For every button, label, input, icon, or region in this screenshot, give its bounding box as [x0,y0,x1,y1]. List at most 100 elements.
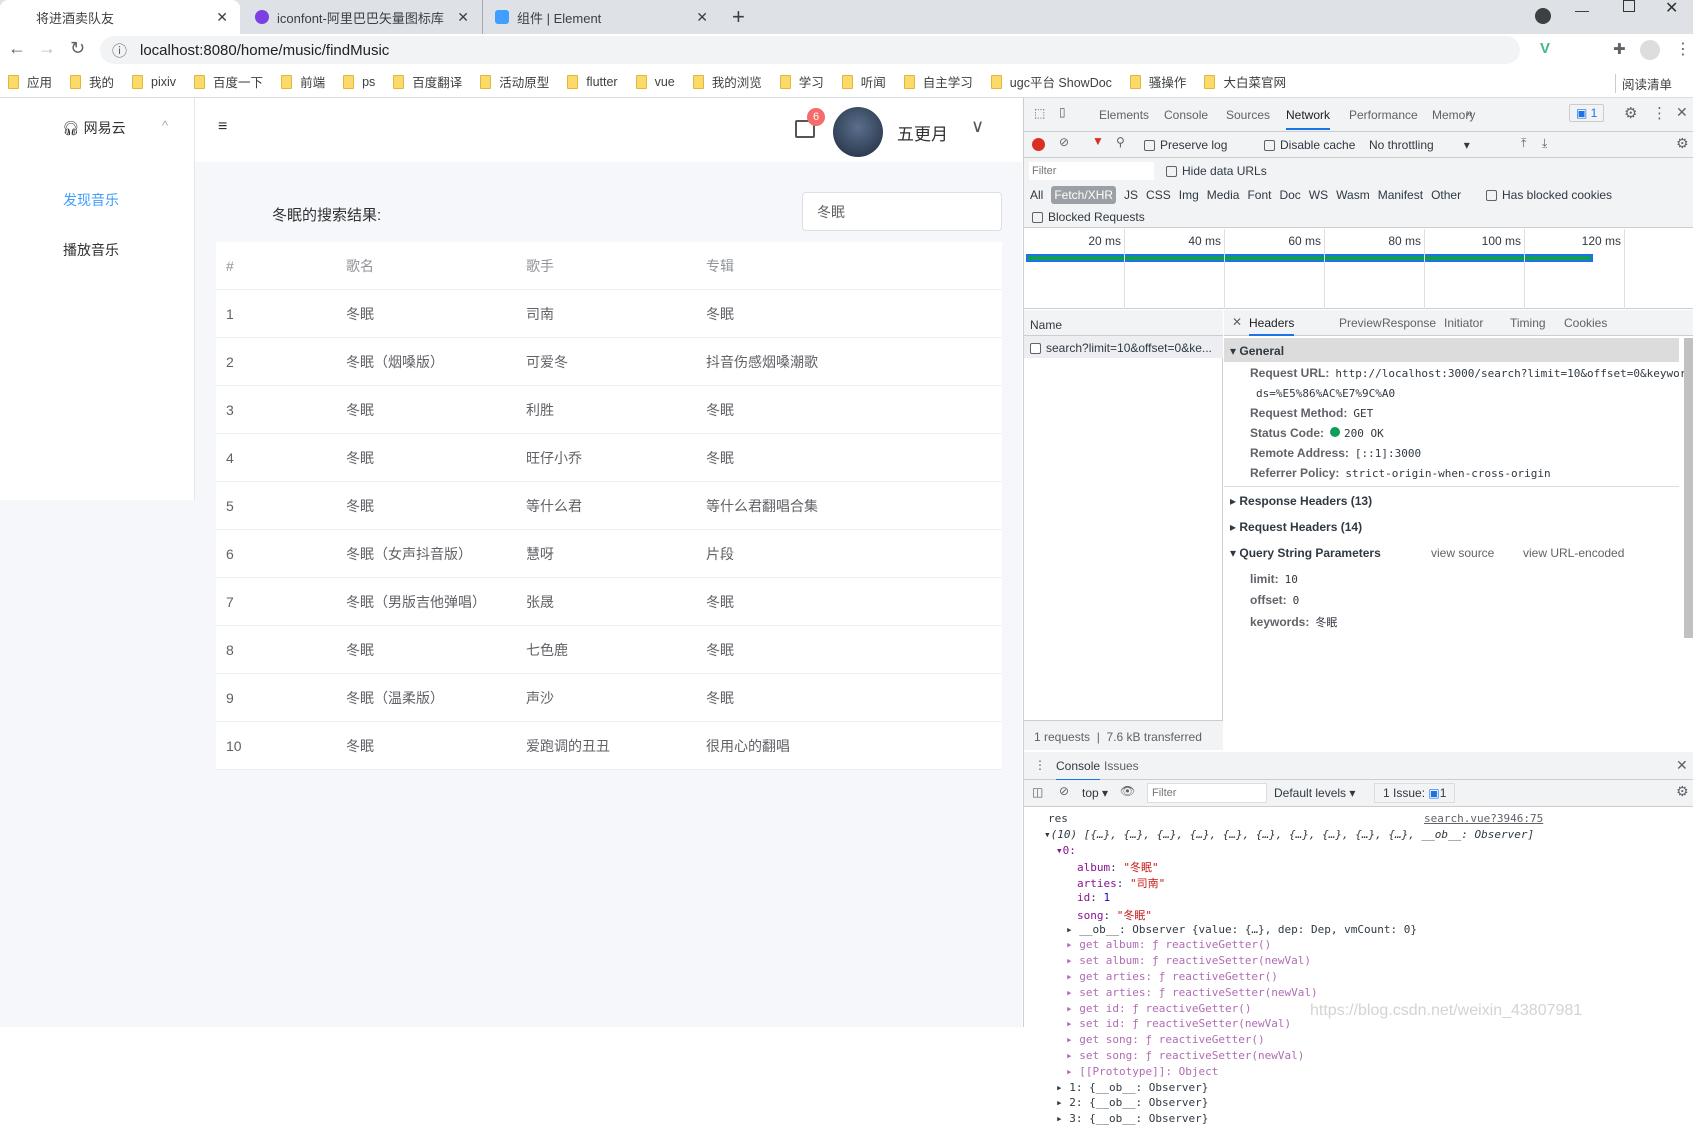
close-window-button[interactable]: ✕ [1665,0,1678,18]
sidebar-item-play[interactable]: 播放音乐 [63,240,119,260]
record-icon[interactable] [1032,138,1045,151]
console-accessor[interactable]: ▸ get song: ƒ reactiveGetter() [1066,1033,1265,1046]
devtools-tab-memory[interactable]: Memory [1432,108,1475,122]
clear-icon[interactable]: ⊘ [1059,135,1069,149]
inspect-icon[interactable]: ⬚ [1034,106,1045,120]
tab-search-icon[interactable] [1535,8,1551,24]
throttling-select[interactable]: No throttling ▾ [1369,138,1470,152]
tab[interactable]: iconfont-阿里巴巴矢量图标库 ✕ [243,0,481,34]
filter-icon[interactable]: ▼ [1092,134,1104,148]
table-row[interactable]: 6 冬眠（女声抖音版） 慧呀 片段 [216,530,1002,578]
console-item[interactable]: ▸ 1: {__ob__: Observer} [1056,1081,1208,1094]
menu-toggle-icon[interactable]: ≡ [218,118,227,136]
clear-console-icon[interactable]: ⊘ [1059,784,1069,798]
blocked-requests-checkbox[interactable]: Blocked Requests [1032,210,1145,224]
query-params-section[interactable]: ▾ Query String Parameters [1230,546,1381,560]
close-drawer-icon[interactable]: ✕ [1676,757,1688,774]
view-url-encoded-link[interactable]: view URL-encoded [1523,546,1624,560]
table-row[interactable]: 5 冬眠 等什么君 等什么君翻唱合集 [216,482,1002,530]
console-line[interactable]: ▾0: [1056,844,1076,857]
kebab-icon[interactable]: ⋮ [1652,104,1667,122]
menu-icon[interactable]: ⋮ [1675,39,1691,59]
console-accessor[interactable]: ▸ get id: ƒ reactiveGetter() [1066,1002,1251,1015]
source-link[interactable]: search.vue?3946:75 [1424,812,1543,825]
type-filter[interactable]: All [1030,188,1043,202]
detail-tab-headers[interactable]: Headers [1249,316,1295,336]
detail-tab-cookies[interactable]: Cookies [1564,316,1607,330]
general-section[interactable]: ▾ General [1224,338,1679,362]
console-line[interactable]: ▾(10) [{…}, {…}, {…}, {…}, {…}, {…}, {…}… [1044,828,1534,841]
sidebar-toggle-icon[interactable]: ◫ [1032,785,1043,799]
export-har-icon[interactable]: ⤓ [1542,136,1547,151]
search-icon[interactable]: ⚲ [1116,135,1125,149]
context-select[interactable]: top ▾ [1082,786,1108,800]
type-filter[interactable]: Wasm [1336,188,1370,202]
bookmark-item[interactable]: 学习 [779,72,824,91]
close-devtools-icon[interactable]: ✕ [1676,104,1688,121]
bookmark-item[interactable]: 我的浏览 [692,72,762,91]
request-row[interactable]: search?limit=10&offset=0&ke... [1024,336,1223,358]
console-accessor[interactable]: ▸ set song: ƒ reactiveSetter(newVal) [1066,1049,1304,1062]
type-filter[interactable]: CSS [1146,188,1171,202]
console-settings-icon[interactable]: ⚙ [1676,783,1689,800]
detail-tab-preview[interactable]: Preview [1339,316,1382,330]
table-row[interactable]: 9 冬眠（温柔版） 声沙 冬眠 [216,674,1002,722]
view-source-link[interactable]: view source [1431,546,1494,560]
network-settings-icon[interactable]: ⚙ [1676,135,1689,152]
bookmark-item[interactable]: 活动原型 [480,72,549,91]
issues-badge[interactable]: ▣ 1 [1569,104,1605,122]
drawer-tab-issues[interactable]: Issues [1104,759,1139,773]
profile-avatar[interactable] [1640,40,1660,60]
detail-tab-initiator[interactable]: Initiator [1444,316,1483,330]
type-filter[interactable]: WS [1309,188,1328,202]
table-row[interactable]: 4 冬眠 旺仔小乔 冬眠 [216,434,1002,482]
reading-list[interactable]: 阅读清单 [1615,74,1673,93]
tab-active[interactable]: 将进酒卖队友 ✕ [0,0,240,34]
new-tab-button[interactable]: + [732,4,745,30]
devtools-tab-network[interactable]: Network [1286,108,1331,130]
address-bar[interactable]: ⓘ localhost:8080/home/music/findMusic [100,36,1520,64]
reload-icon[interactable]: ↻ [70,38,85,59]
close-icon[interactable]: ✕ [696,9,708,26]
table-row[interactable]: 10 冬眠 爱跑调的丑丑 很用心的翻唱 [216,722,1002,770]
console-accessor[interactable]: ▸ __ob__: Observer {value: {…}, dep: Dep… [1066,923,1417,936]
detail-tab-timing[interactable]: Timing [1510,316,1546,330]
table-row[interactable]: 7 冬眠（男版吉他弹唱） 张晟 冬眠 [216,578,1002,626]
chevron-up-icon[interactable]: ^ [162,118,168,133]
timeline-overview[interactable]: 20 ms 40 ms 60 ms 80 ms 100 ms 120 ms 14 [1024,229,1693,309]
device-toolbar-icon[interactable]: ▯ [1059,105,1066,119]
console-filter-input[interactable] [1147,783,1267,803]
console-item[interactable]: ▸ 3: {__ob__: Observer} [1056,1112,1208,1125]
log-levels-select[interactable]: Default levels ▾ [1274,786,1355,800]
settings-icon[interactable]: ⚙ [1624,104,1637,122]
type-filter[interactable]: Media [1207,188,1240,202]
tab[interactable]: 组件 | Element ✕ [482,0,720,34]
bookmark-item[interactable]: ps [343,74,375,89]
console-accessor[interactable]: ▸ set id: ƒ reactiveSetter(newVal) [1066,1017,1291,1030]
chevron-down-icon[interactable]: ∨ [971,116,984,137]
devtools-tab-console[interactable]: Console [1164,108,1208,122]
table-row[interactable]: 3 冬眠 利胜 冬眠 [216,386,1002,434]
back-icon[interactable]: ← [8,38,26,59]
response-headers-section[interactable]: ▸ Response Headers (13) [1230,494,1372,508]
bookmark-item[interactable]: 百度一下 [194,72,263,91]
hide-data-urls-checkbox[interactable]: Hide data URLs [1166,164,1267,178]
devtools-tab-performance[interactable]: Performance [1349,108,1418,122]
table-row[interactable]: 8 冬眠 七色鹿 冬眠 [216,626,1002,674]
avatar[interactable] [833,107,883,157]
maximize-button[interactable] [1623,0,1635,12]
import-har-icon[interactable]: ⤒ [1521,136,1526,151]
bookmark-item[interactable]: ugc平台 ShowDoc [990,72,1112,91]
live-expression-icon[interactable]: 👁︎ [1120,784,1135,798]
console-accessor[interactable]: ▸ get arties: ƒ reactiveGetter() [1066,970,1278,983]
scrollbar[interactable] [1684,338,1693,638]
forward-icon[interactable]: → [38,38,56,59]
close-detail-icon[interactable]: ✕ [1232,315,1242,329]
detail-tab-response[interactable]: Response [1382,316,1436,330]
table-row[interactable]: 2 冬眠（烟嗓版） 可爱冬 抖音伤感烟嗓潮歌 [216,338,1002,386]
type-filter[interactable]: Fetch/XHR [1051,186,1117,204]
has-blocked-cookies-checkbox[interactable]: Has blocked cookies [1486,188,1612,202]
console-accessor[interactable]: ▸ set album: ƒ reactiveSetter(newVal) [1066,954,1311,967]
console-line[interactable]: res [1048,812,1068,825]
bookmark-item[interactable]: 听闻 [841,72,886,91]
